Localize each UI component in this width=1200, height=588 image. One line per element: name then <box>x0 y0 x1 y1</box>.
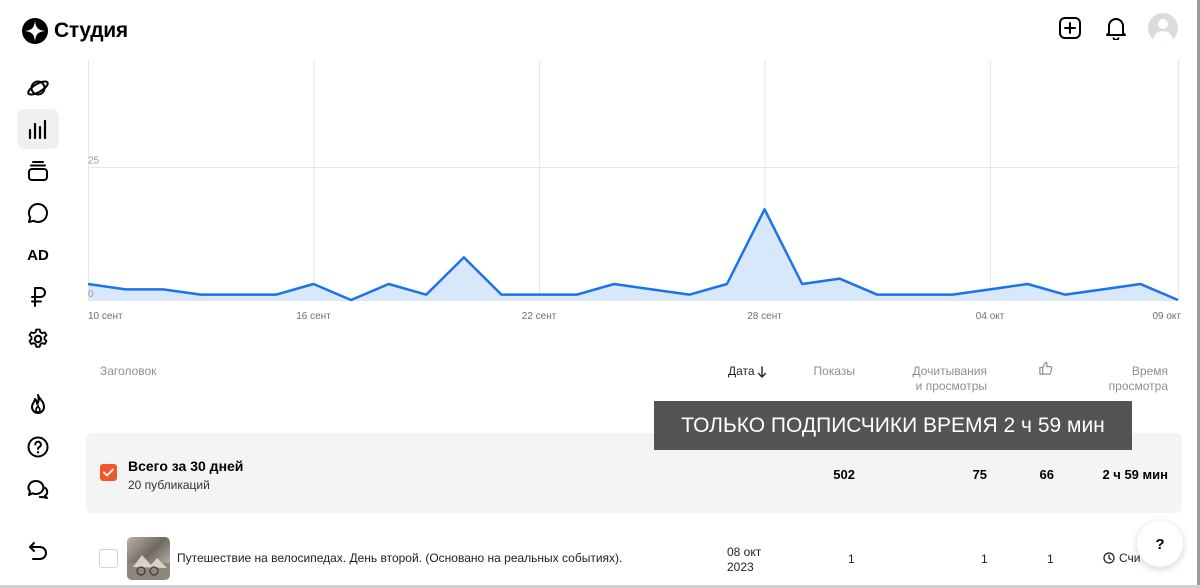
article-title[interactable]: Путешествие на велосипедах. День второй.… <box>177 551 622 565</box>
summary-checkbox[interactable] <box>100 464 117 481</box>
article-date: 08 окт 2023 <box>727 545 761 575</box>
sidebar-item-trending[interactable] <box>17 385 59 425</box>
bell-icon <box>1106 18 1126 40</box>
chart-y-tick-label-0: 0 <box>88 289 94 300</box>
views-chart: 0 25 10 сент 16 сент 22 сент 28 сент 04 окт 09 … <box>87 60 1183 322</box>
chart-x-tick-label-1: 16 сент <box>296 311 331 320</box>
column-header-views[interactable]: Показы <box>814 364 855 379</box>
chart-x-tick-label-0: 10 сент <box>88 311 123 320</box>
top-actions <box>1056 13 1178 43</box>
article-thumbnail[interactable] <box>127 537 170 580</box>
sort-arrow-down-icon <box>757 365 766 378</box>
column-header-date[interactable]: Дата <box>728 364 767 379</box>
summary-time: 2 ч 59 мин <box>1102 467 1168 482</box>
row-checkbox[interactable] <box>99 549 118 568</box>
summary-reads: 75 <box>972 467 987 482</box>
article-status-label: Счи <box>1119 551 1141 565</box>
summary-likes: 66 <box>1039 467 1054 482</box>
sidebar-item-stats[interactable] <box>17 109 59 149</box>
chat-icon <box>27 480 49 499</box>
article-reads: 1 <box>981 552 988 566</box>
column-header-reads-line1: Дочитывания <box>912 364 988 378</box>
tooltip: ТОЛЬКО ПОДПИСЧИКИ ВРЕМЯ 2 ч 59 мин <box>654 401 1132 450</box>
column-header-reads[interactable]: Дочитывания и просмотры <box>887 364 988 394</box>
article-status: Счи <box>1103 551 1141 565</box>
ad-icon: AD <box>27 246 49 264</box>
column-header-reads-line2: и просмотры <box>915 379 987 393</box>
sidebar-item-main[interactable] <box>17 68 59 108</box>
chart-x-tick-label-5: 09 окт <box>1152 311 1181 320</box>
summary-views: 502 <box>833 467 855 482</box>
sidebar-item-comments[interactable] <box>17 193 59 233</box>
create-button[interactable] <box>1056 14 1084 42</box>
chart-svg: 0 25 10 сент 16 сент 22 сент 28 сент 04 окт 09 … <box>87 60 1181 322</box>
plus-square-icon <box>1059 17 1081 39</box>
clock-icon <box>1103 552 1115 564</box>
gear-icon <box>28 328 48 348</box>
chart-x-tick-label-2: 22 сент <box>522 311 557 320</box>
studio-logo[interactable]: Студия <box>22 18 128 44</box>
sidebar-item-back[interactable] <box>17 531 59 571</box>
column-header-date-label: Дата <box>728 364 755 378</box>
sidebar-item-monetization[interactable] <box>17 277 59 317</box>
help-button[interactable]: ? <box>1137 521 1183 567</box>
sidebar-item-ad[interactable]: AD <box>17 235 59 275</box>
sidebar-item-chat[interactable] <box>17 469 59 509</box>
chart-series-line <box>87 208 1179 302</box>
publications-stack-icon <box>28 161 48 181</box>
summary-subtitle: 20 публикаций <box>128 478 210 492</box>
chart-x-tick-label-4: 04 окт <box>976 311 1005 320</box>
thumbs-up-icon <box>1039 361 1053 375</box>
planet-icon <box>27 80 49 96</box>
app-title: Студия <box>54 19 128 42</box>
comments-icon <box>28 203 48 223</box>
summary-title: Всего за 30 дней <box>128 458 244 474</box>
article-likes: 1 <box>1047 552 1054 566</box>
article-views: 1 <box>848 552 855 566</box>
column-header-time-line2: просмотра <box>1108 379 1168 393</box>
notifications-button[interactable] <box>1102 14 1130 42</box>
article-date-year: 2023 <box>727 560 754 574</box>
article-date-day: 08 окт <box>727 545 762 559</box>
stats-icon <box>28 119 47 140</box>
column-header-title[interactable]: Заголовок <box>100 364 156 379</box>
column-header-time[interactable]: Время просмотра <box>1088 364 1168 394</box>
flame-icon <box>31 394 45 414</box>
check-icon <box>103 468 114 477</box>
thumbnail-image <box>127 555 170 580</box>
sidebar-item-settings[interactable] <box>17 319 59 359</box>
chart-y-tick-label-1: 25 <box>88 156 100 167</box>
sidebar-item-help[interactable] <box>17 427 59 467</box>
avatar[interactable] <box>1148 13 1178 43</box>
back-arrow-icon <box>29 542 47 560</box>
ruble-icon <box>31 287 46 307</box>
avatar-head <box>1158 19 1168 29</box>
chart-x-tick-label-3: 28 сент <box>747 311 782 320</box>
column-header-time-line1: Время <box>1131 364 1168 378</box>
sidebar-item-publications[interactable] <box>17 151 59 191</box>
help-circle-icon <box>27 436 49 458</box>
column-header-likes[interactable] <box>1038 361 1053 380</box>
avatar-body <box>1153 31 1173 43</box>
zen-logo-icon <box>22 18 48 44</box>
